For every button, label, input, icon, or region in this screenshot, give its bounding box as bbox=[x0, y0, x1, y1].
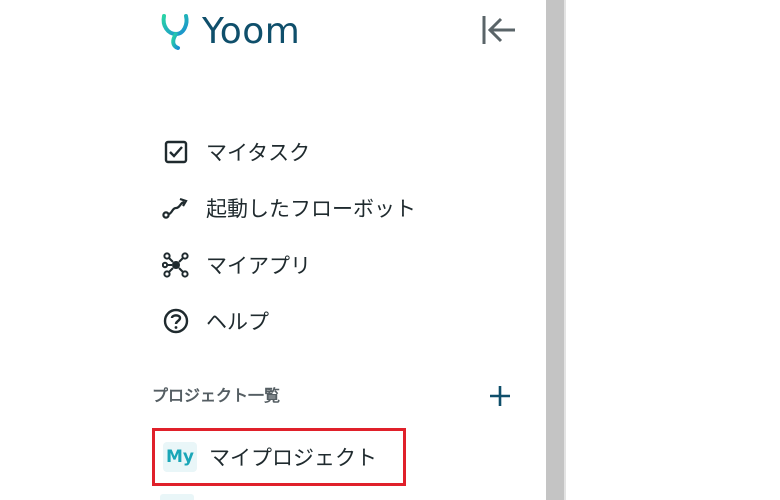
project-item-my-project[interactable]: My マイプロジェクト bbox=[152, 428, 406, 486]
nav-label: マイアプリ bbox=[206, 254, 311, 278]
nav-item-my-tasks[interactable]: マイタスク bbox=[162, 135, 310, 169]
panel-divider bbox=[564, 0, 566, 500]
project-badge: My bbox=[163, 442, 197, 472]
checkbox-icon bbox=[162, 138, 190, 166]
plus-icon bbox=[490, 386, 510, 406]
brand-logo[interactable]: Yoom bbox=[158, 10, 300, 52]
nav-item-my-apps[interactable]: マイアプリ bbox=[162, 248, 311, 282]
nav-label: ヘルプ bbox=[206, 310, 269, 334]
sidebar: Yoom マイタスク 起動したフローボット マイアプリ ヘルプ プロジェクト一覧… bbox=[0, 0, 546, 500]
projects-section-title: プロジェクト一覧 bbox=[152, 386, 281, 405]
nav-label: 起動したフローボット bbox=[206, 197, 416, 221]
yoom-logo-icon bbox=[161, 14, 189, 50]
brand-name: Yoom bbox=[202, 10, 301, 52]
add-project-button[interactable] bbox=[484, 380, 516, 412]
collapse-left-icon bbox=[482, 16, 515, 44]
project-label: マイプロジェクト bbox=[209, 446, 377, 470]
scrollbar[interactable] bbox=[546, 0, 564, 500]
nav-item-help[interactable]: ヘルプ bbox=[162, 304, 269, 338]
help-icon bbox=[162, 307, 190, 335]
nav-label: マイタスク bbox=[206, 141, 311, 165]
network-icon bbox=[162, 251, 190, 279]
flow-icon bbox=[162, 194, 190, 222]
nav-item-flowbots[interactable]: 起動したフローボット bbox=[162, 191, 416, 225]
project-badge-partial bbox=[160, 494, 194, 500]
collapse-sidebar-button[interactable] bbox=[480, 12, 518, 48]
